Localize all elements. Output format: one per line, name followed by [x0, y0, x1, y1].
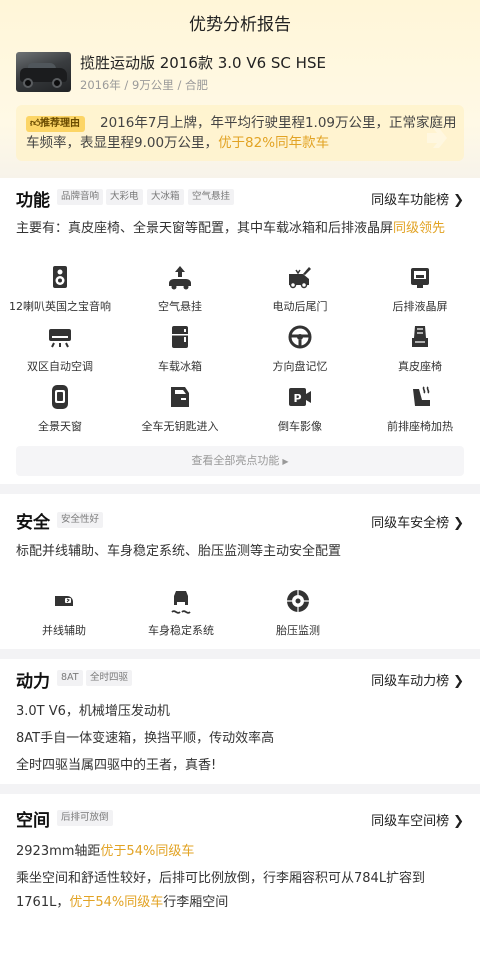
ac-icon [47, 324, 73, 350]
triangle-right-icon: ▶ [282, 457, 289, 466]
feature-fridge[interactable]: 车载冰箱 [120, 324, 240, 374]
feature-air-suspension[interactable]: 空气悬挂 [120, 264, 240, 314]
feature-sunroof[interactable]: 全景天窗 [0, 384, 120, 434]
feature-reverse-camera[interactable]: P 倒车影像 [240, 384, 360, 434]
function-tag: 大彩电 [106, 189, 143, 205]
feature-ac[interactable]: 双区自动空调 [0, 324, 120, 374]
chevron-right-icon: ❯ [453, 193, 464, 208]
function-tag: 大冰箱 [147, 189, 184, 205]
feature-lane-assist[interactable]: 并线辅助 [4, 588, 124, 638]
page-title: 优势分析报告 [189, 15, 291, 35]
space-title: 空间 [16, 811, 50, 831]
feature-seat-heating[interactable]: 前排座椅加热 [360, 384, 480, 434]
report-header: 优势分析报告 揽胜运动版 2016款 3.0 V6 SC HSE 2016年 /… [0, 0, 480, 178]
car-city: 合肥 [184, 78, 208, 92]
safety-card: 安全 安全性好 同级车安全榜 ❯ 标配并线辅助、车身稳定系统、胎压监测等主动安全配… [0, 494, 480, 649]
function-tag: 空气悬挂 [188, 189, 235, 205]
space-rank-link[interactable]: 同级车空间榜 ❯ [371, 810, 464, 829]
function-card: 功能 品牌音响 大彩电 大冰箱 空气悬挂 同级车功能榜 ❯ 主要有：真皮座椅、全景… [0, 178, 480, 484]
function-desc: 主要有：真皮座椅、全景天窗等配置，其中车载冰箱和后排液晶屏同级领先 [16, 221, 446, 236]
power-line: 8AT手自一体变速箱，换挡平顺，传动效率高 [16, 731, 275, 746]
view-all-features-button[interactable]: 查看全部亮点功能 ▶ [16, 446, 464, 476]
safety-title: 安全 [16, 513, 50, 533]
keyless-entry-icon [167, 384, 193, 410]
decor-arrow-icon [427, 128, 447, 148]
power-tag: 8AT [57, 670, 83, 686]
space-desc: 乘坐空间和舒适性较好，后排可比例放倒，行李厢容积可从784L扩容到1761L，优… [16, 871, 426, 910]
lane-assist-icon [51, 588, 77, 614]
power-line: 3.0T V6，机械增压发动机 [16, 704, 170, 719]
function-tag: 品牌音响 [57, 189, 104, 205]
power-rank-link[interactable]: 同级车动力榜 ❯ [371, 670, 464, 689]
feature-steering-memory[interactable]: 方向盘记忆 [240, 324, 360, 374]
seat-heating-icon [407, 384, 433, 410]
safety-tag: 安全性好 [57, 512, 104, 528]
feature-stability[interactable]: 车身稳定系统 [121, 588, 241, 638]
leather-seat-icon [407, 324, 433, 350]
power-title: 动力 [16, 672, 50, 692]
safety-desc: 标配并线辅助、车身稳定系统、胎压监测等主动安全配置 [16, 544, 342, 559]
speaker-icon [47, 264, 73, 290]
feature-rear-screen[interactable]: 后排液晶屏 [360, 264, 480, 314]
air-suspension-icon [167, 264, 193, 290]
recommend-badge: 👍︎推荐理由 [26, 116, 85, 132]
tire-pressure-icon [285, 588, 311, 614]
feature-leather-seat[interactable]: 真皮座椅 [360, 324, 480, 374]
recommend-text: 2016年7月上牌，年平均行驶里程1.09万公里，正常家庭用车频率，表显里程9.… [26, 115, 457, 151]
rear-screen-icon [407, 264, 433, 290]
chevron-right-icon: ❯ [453, 814, 464, 829]
function-title: 功能 [16, 191, 50, 211]
car-name: 揽胜运动版 2016款 3.0 V6 SC HSE [80, 54, 326, 72]
power-line: 全时四驱当属四驱中的王者，真香! [16, 758, 217, 773]
car-thumbnail[interactable] [16, 52, 71, 92]
power-tag: 全时四驱 [86, 670, 133, 686]
steering-wheel-icon [287, 324, 313, 350]
car-year: 2016年 [80, 78, 121, 92]
power-tailgate-icon [287, 264, 313, 290]
space-card: 空间 后排可放倒 同级车空间榜 ❯ 2923mm轴距优于54%同级车 乘坐空间和舒… [0, 794, 480, 967]
svg-text:P: P [293, 392, 301, 405]
thumb-up-icon: 👍︎ [30, 118, 41, 129]
stability-icon [168, 588, 194, 614]
feature-tire-pressure[interactable]: 胎压监测 [238, 588, 358, 638]
recommend-box: 2016年7月上牌，年平均行驶里程1.09万公里，正常家庭用车频率，表显里程9.… [16, 105, 464, 161]
reverse-camera-icon: P [287, 384, 313, 410]
recommend-highlight: 优于82%同年款车 [218, 135, 330, 151]
function-rank-link[interactable]: 同级车功能榜 ❯ [371, 189, 464, 208]
car-meta: 2016年 / 9万公里 / 合肥 [80, 78, 208, 92]
chevron-right-icon: ❯ [453, 516, 464, 531]
power-card: 动力 8AT 全时四驱 同级车动力榜 ❯ 3.0T V6，机械增压发动机 8AT手… [0, 659, 480, 784]
car-mileage: 9万公里 [131, 78, 174, 92]
space-tag: 后排可放倒 [57, 810, 113, 826]
safety-rank-link[interactable]: 同级车安全榜 ❯ [371, 512, 464, 531]
feature-power-tailgate[interactable]: 电动后尾门 [240, 264, 360, 314]
space-wheelbase: 2923mm轴距优于54%同级车 [16, 844, 195, 859]
fridge-icon [167, 324, 193, 350]
sunroof-icon [47, 384, 73, 410]
chevron-right-icon: ❯ [453, 674, 464, 689]
feature-keyless-entry[interactable]: 全车无钥匙进入 [120, 384, 240, 434]
feature-speaker[interactable]: 12喇叭英国之宝音响 [0, 264, 120, 314]
